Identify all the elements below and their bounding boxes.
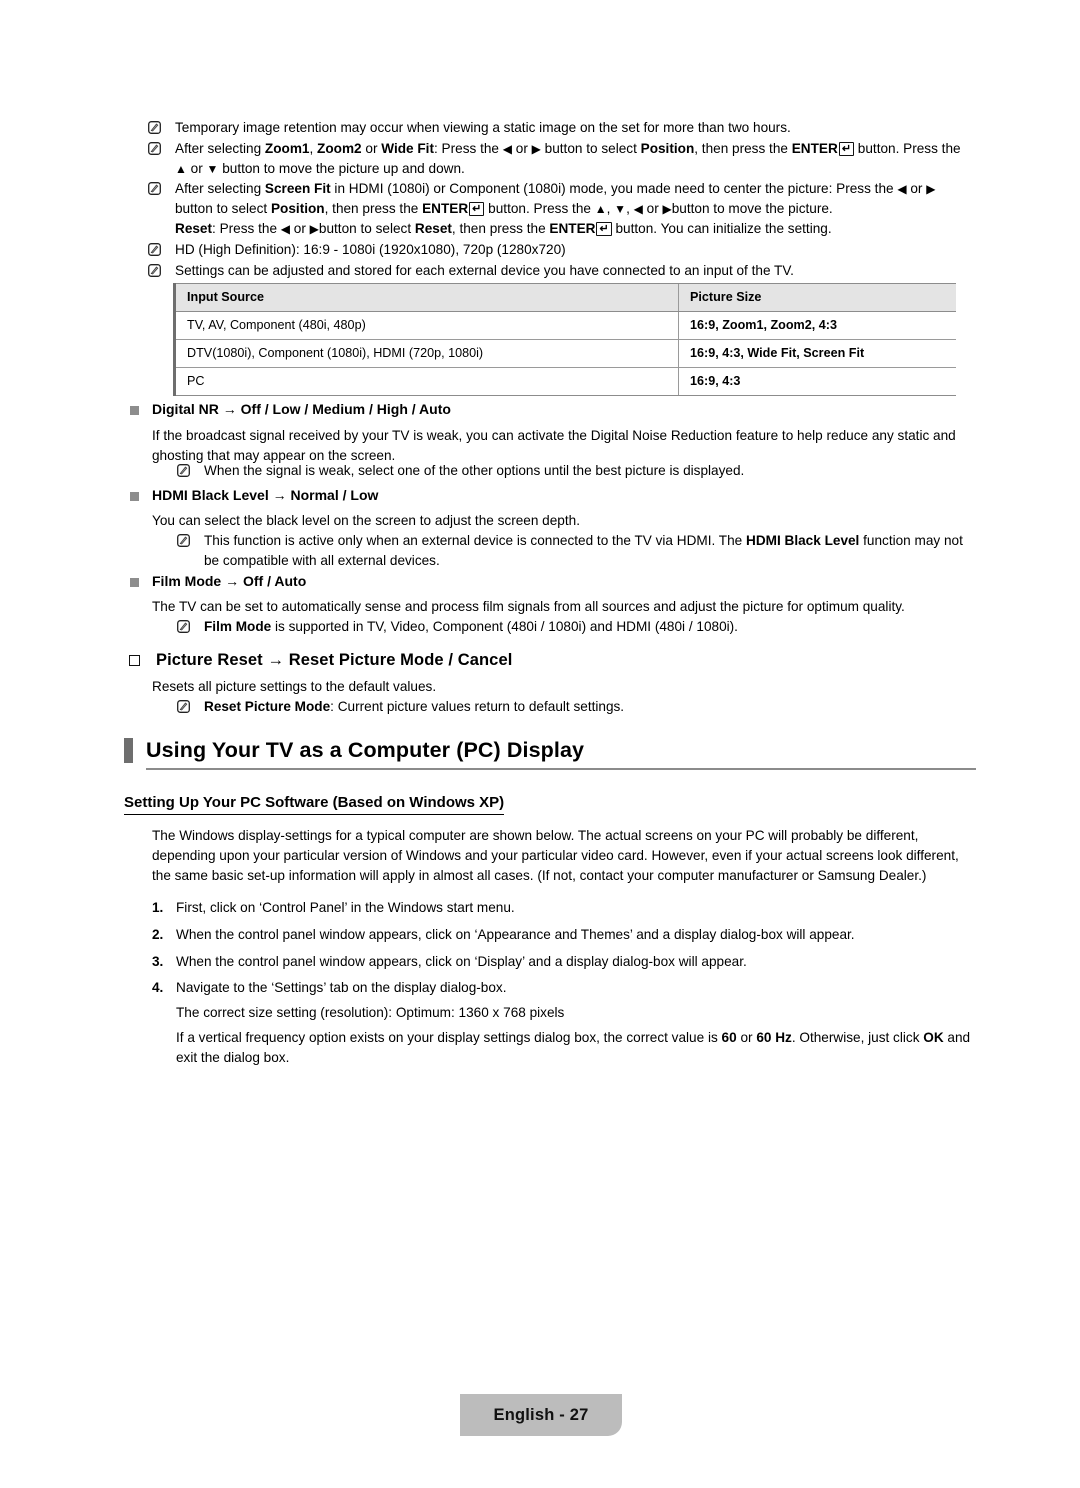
table-row: DTV(1080i), Component (1080i), HDMI (720… [173,339,956,368]
heading-label: Picture Reset → Reset Picture Mode / Can… [156,651,513,669]
note-text: After selecting Screen Fit in HDMI (1080… [175,181,936,236]
square-bullet-icon [130,578,139,587]
cell-picture-size: 16:9, 4:3, Wide Fit, Screen Fit [678,339,956,368]
heading-digital-nr: Digital NR → Off / Low / Medium / High /… [130,400,976,419]
paragraph-hdmi-black-level: You can select the black level on the sc… [152,513,580,528]
note-film-mode: Film Mode is supported in TV, Video, Com… [177,617,980,637]
note-list-picture-reset: Reset Picture Mode: Current picture valu… [177,697,980,718]
step-number: 1. [152,900,164,915]
cell-input-source: DTV(1080i), Component (1080i), HDMI (720… [173,339,679,368]
col-header-picture-size: Picture Size [678,283,956,312]
note-pencil-icon [177,534,190,547]
section-heading-pc-display: Using Your TV as a Computer (PC) Display [124,737,976,770]
note-image-retention: Temporary image retention may occur when… [148,118,976,138]
note-hdmi-black-level: This function is active only when an ext… [177,531,980,571]
top-note-list: Temporary image retention may occur when… [148,118,976,281]
list-item: 4. Navigate to the ‘Settings’ tab on the… [152,978,976,1067]
square-bullet-icon [130,492,139,501]
table-header-row: Input Source Picture Size [173,283,956,312]
step-number: 4. [152,980,164,996]
step-extra-frequency: If a vertical frequency option exists on… [176,1029,971,1065]
heading-label: Film Mode → Off / Auto [152,573,307,589]
picture-size-table: Input Source Picture Size TV, AV, Compon… [173,283,956,396]
step-number: 3. [152,953,164,969]
note-text: Temporary image retention may occur when… [175,120,791,135]
col-header-input-source: Input Source [173,283,679,312]
note-text: HD (High Definition): 16:9 - 1080i (1920… [175,241,566,257]
note-settings-stored: Settings can be adjusted and stored for … [148,261,976,281]
heading-hdmi-black-level: HDMI Black Level → Normal / Low [130,486,976,505]
note-text: Reset Picture Mode: Current picture valu… [204,699,625,714]
subsection-heading-pc-software: Setting Up Your PC Software (Based on Wi… [124,793,505,815]
step-text: Navigate to the ‘Settings’ tab on the di… [176,980,507,996]
square-bullet-icon [130,406,139,415]
note-digital-nr: When the signal is weak, select one of t… [177,461,980,481]
cell-input-source: PC [173,367,679,396]
subsection-title: Setting Up Your PC Software (Based on Wi… [124,793,505,815]
table-row: TV, AV, Component (480i, 480p) 16:9, Zoo… [173,311,956,340]
step-extra-resolution: The correct size setting (resolution): O… [176,1005,565,1021]
note-hd: HD (High Definition): 16:9 - 1080i (1920… [148,240,976,260]
note-pencil-icon [148,121,161,134]
note-pencil-icon [177,464,190,477]
table-row: PC 16:9, 4:3 [173,367,956,396]
section-title: Using Your TV as a Computer (PC) Display [146,738,585,762]
note-pencil-icon [148,141,161,155]
note-text: Film Mode is supported in TV, Video, Com… [204,619,738,634]
note-pencil-icon [177,700,190,713]
note-text: When the signal is weak, select one of t… [204,463,745,478]
heading-label: HDMI Black Level → Normal / Low [152,487,379,503]
square-outline-bullet-icon [129,655,143,669]
list-item: 2. When the control panel window appears… [152,925,976,945]
note-list-film-mode: Film Mode is supported in TV, Video, Com… [177,617,980,638]
list-item: 3. When the control panel window appears… [152,952,976,972]
pc-setup-steps: 1. First, click on ‘Control Panel’ in th… [152,898,976,1075]
note-screen-fit: After selecting Screen Fit in HDMI (1080… [148,179,976,238]
note-pencil-icon [148,182,161,196]
manual-page: Temporary image retention may occur when… [0,0,1080,1488]
note-pencil-icon [177,620,190,633]
step-text: When the control panel window appears, c… [176,926,855,942]
step-number: 2. [152,926,164,942]
note-list-hdmi-black-level: This function is active only when an ext… [177,531,980,572]
heading-picture-reset: Picture Reset → Reset Picture Mode / Can… [129,650,512,671]
cell-input-source: TV, AV, Component (480i, 480p) [173,311,679,340]
heading-label: Digital NR → Off / Low / Medium / High /… [152,401,451,417]
note-zoom-position: After selecting Zoom1, Zoom2 or Wide Fit… [148,139,976,179]
step-text-group: Navigate to the ‘Settings’ tab on the di… [176,978,976,1067]
cell-picture-size: 16:9, 4:3 [678,367,956,396]
step-text: When the control panel window appears, c… [176,953,747,969]
list-item: 1. First, click on ‘Control Panel’ in th… [152,898,976,918]
note-text: This function is active only when an ext… [204,533,963,568]
note-pencil-icon [148,242,161,256]
page-footer: English - 27 [460,1394,622,1436]
note-text: After selecting Zoom1, Zoom2 or Wide Fit… [175,140,961,176]
note-pencil-icon [148,263,161,277]
heading-film-mode: Film Mode → Off / Auto [130,572,976,591]
page-number-label: English - 27 [493,1405,589,1424]
paragraph-film-mode: The TV can be set to automatically sense… [152,599,905,614]
note-list-digital-nr: When the signal is weak, select one of t… [177,461,980,482]
paragraph-pc-intro: The Windows display-settings for a typic… [152,828,959,883]
paragraph-digital-nr: If the broadcast signal received by your… [152,428,956,463]
section-divider [146,768,976,770]
cell-picture-size: 16:9, Zoom1, Zoom2, 4:3 [678,311,956,340]
note-text: Settings can be adjusted and stored for … [175,262,794,278]
note-picture-reset: Reset Picture Mode: Current picture valu… [177,697,980,717]
section-accent-bar [124,737,133,763]
step-text: First, click on ‘Control Panel’ in the W… [176,900,515,915]
paragraph-picture-reset: Resets all picture settings to the defau… [152,679,437,694]
